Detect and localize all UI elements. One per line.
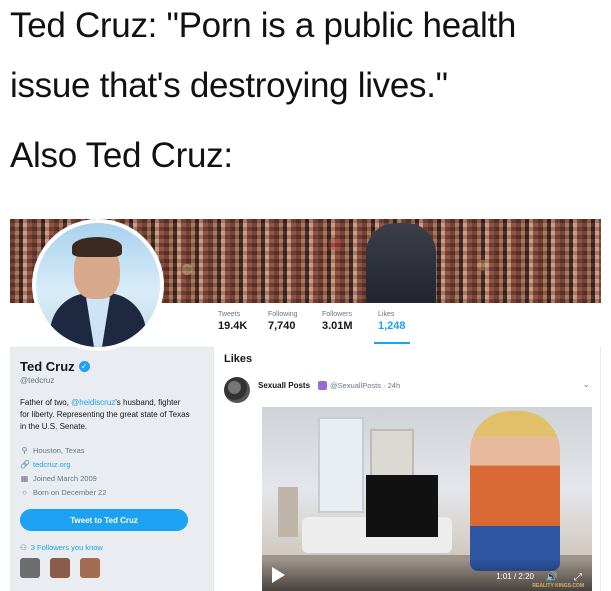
verified-check-icon: ✓ bbox=[78, 361, 90, 372]
censor-block bbox=[366, 475, 438, 537]
stat-value: 3.01M bbox=[322, 320, 353, 332]
link-icon: 🔗 bbox=[20, 459, 30, 469]
chevron-down-icon[interactable]: ⌄ bbox=[582, 379, 590, 390]
calendar-icon: ▦ bbox=[20, 473, 29, 483]
stat-label: Likes bbox=[378, 311, 395, 318]
followers-you-know[interactable]: ⚇ 3 Followers you know bbox=[20, 543, 200, 552]
tweet-author-avatar[interactable] bbox=[224, 377, 250, 403]
profile-meta: ⚲ Houston, Texas 🔗 tedcruz.org ▦ Joined … bbox=[20, 443, 200, 499]
bio-mention-link[interactable]: @heidiscruz bbox=[71, 398, 115, 407]
joined-date: ▦ Joined March 2009 bbox=[20, 471, 200, 485]
tweet-header: Sexuall Posts @SexuallPosts · 24h ⌄ bbox=[224, 377, 594, 403]
caption-line-3: Also Ted Cruz: bbox=[10, 136, 233, 175]
stat-label: Following bbox=[268, 311, 298, 318]
video-person bbox=[470, 411, 560, 571]
devil-emoji-icon bbox=[318, 381, 327, 390]
volume-icon[interactable]: 🔊 bbox=[546, 572, 558, 583]
tweet-to-button[interactable]: Tweet to Ted Cruz bbox=[20, 509, 188, 531]
profile-name[interactable]: Ted Cruz bbox=[20, 359, 75, 374]
twitter-profile-screenshot: Tweets 19.4K Following 7,740 Followers 3… bbox=[10, 219, 601, 591]
video-watermark: REALITY KINGS.COM bbox=[532, 583, 584, 589]
born-text: Born on December 22 bbox=[33, 487, 107, 497]
follower-avatar[interactable] bbox=[20, 558, 40, 578]
tweet-handle-time[interactable]: @SexuallPosts · 24h bbox=[330, 381, 400, 390]
balloon-icon: ○ bbox=[22, 487, 27, 497]
location: ⚲ Houston, Texas bbox=[20, 443, 200, 457]
avatar-hair bbox=[72, 237, 122, 257]
people-icon: ⚇ bbox=[20, 543, 27, 552]
joined-text: Joined March 2009 bbox=[33, 473, 97, 483]
birthday: ○ Born on December 22 bbox=[20, 485, 200, 499]
stat-value: 1,248 bbox=[378, 320, 406, 332]
video-time: 1:01 / 2:20 bbox=[496, 572, 534, 581]
website[interactable]: 🔗 tedcruz.org bbox=[20, 457, 200, 471]
stat-following[interactable]: Following 7,740 bbox=[268, 311, 298, 332]
followers-avatars bbox=[20, 558, 200, 578]
stat-label: Followers bbox=[322, 311, 352, 318]
avatar[interactable] bbox=[32, 219, 164, 351]
location-pin-icon: ⚲ bbox=[21, 445, 28, 455]
profile-handle[interactable]: @tedcruz bbox=[20, 376, 200, 385]
followers-you-know-text[interactable]: 3 Followers you know bbox=[31, 543, 103, 552]
tweet-video[interactable]: 1:01 / 2:20 🔊 ⤢ REALITY KINGS.COM bbox=[262, 407, 592, 591]
stat-value: 19.4K bbox=[218, 320, 248, 332]
video-window bbox=[318, 417, 364, 513]
stat-label: Tweets bbox=[218, 311, 241, 318]
profile-sidebar: Ted Cruz ✓ @tedcruz Father of two, @heid… bbox=[20, 359, 200, 578]
video-shelf bbox=[278, 487, 298, 537]
stat-tweets[interactable]: Tweets 19.4K bbox=[218, 311, 247, 332]
video-controls: 1:01 / 2:20 🔊 ⤢ REALITY KINGS.COM bbox=[262, 559, 592, 591]
caption-line-1: Ted Cruz: "Porn is a public health bbox=[10, 6, 517, 45]
header-speaker-figure bbox=[366, 223, 436, 303]
caption-line-2: issue that's destroying lives." bbox=[10, 66, 448, 105]
likes-heading: Likes bbox=[224, 353, 253, 365]
play-icon[interactable] bbox=[272, 567, 285, 583]
tweet-author-name[interactable]: Sexuall Posts bbox=[258, 381, 310, 390]
location-text: Houston, Texas bbox=[33, 445, 85, 455]
follower-avatar[interactable] bbox=[50, 558, 70, 578]
profile-bio: Father of two, @heidiscruz's husband, fi… bbox=[20, 397, 190, 433]
likes-timeline: Likes Sexuall Posts @SexuallPosts · 24h … bbox=[213, 347, 600, 591]
follower-avatar[interactable] bbox=[80, 558, 100, 578]
bio-text: Father of two, bbox=[20, 398, 72, 407]
stat-likes[interactable]: Likes 1,248 bbox=[374, 311, 410, 344]
stat-followers[interactable]: Followers 3.01M bbox=[322, 311, 353, 332]
stat-value: 7,740 bbox=[268, 320, 296, 332]
website-link[interactable]: tedcruz.org bbox=[33, 460, 71, 469]
fullscreen-icon[interactable]: ⤢ bbox=[574, 572, 582, 583]
name-row: Ted Cruz ✓ bbox=[20, 359, 200, 374]
